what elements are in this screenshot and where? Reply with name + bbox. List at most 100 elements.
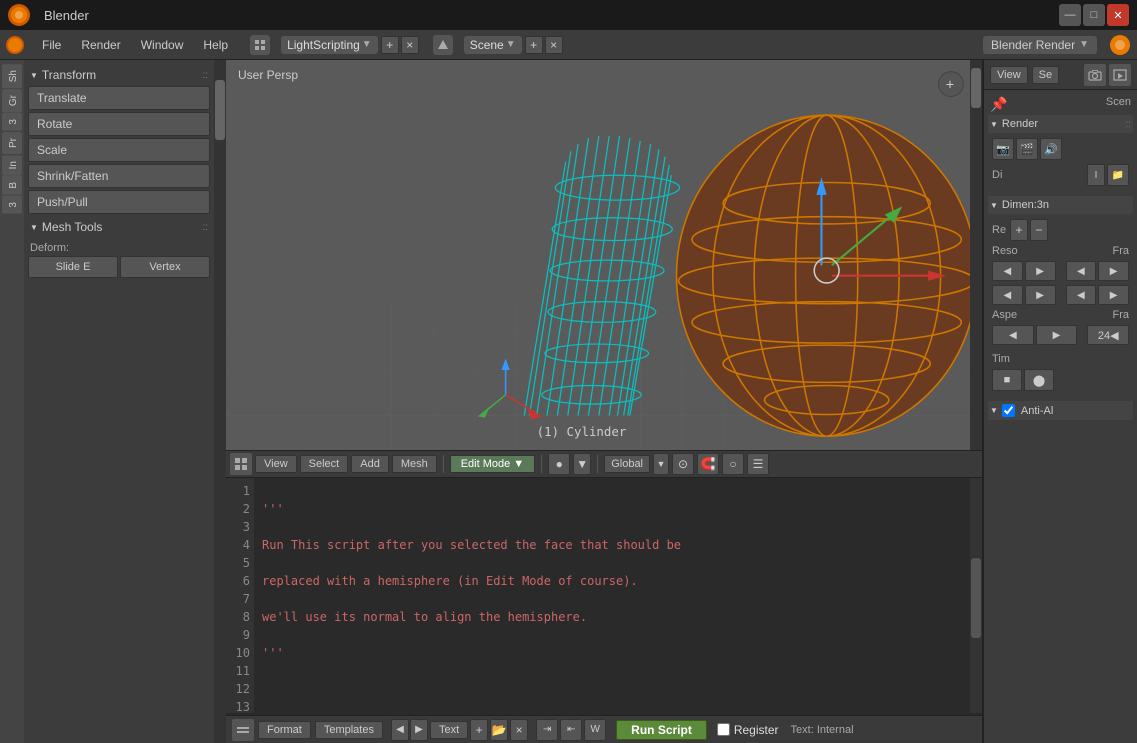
code-str-1: ''' [262, 502, 284, 516]
side-tab-3a[interactable]: 3 [2, 113, 22, 131]
side-tab-b[interactable]: B [2, 176, 22, 195]
fra-left2-btn[interactable]: ◀ [1066, 285, 1097, 305]
scale-button[interactable]: Scale [28, 138, 210, 162]
side-tab-3b[interactable]: 3 [2, 196, 22, 214]
mesh-button[interactable]: Mesh [392, 455, 437, 473]
menu-help[interactable]: Help [195, 35, 236, 55]
bottom-editor-type[interactable] [232, 719, 254, 741]
view-settings-icon[interactable]: ☰ [747, 453, 769, 475]
side-tab-in[interactable]: In [2, 155, 22, 175]
indent-button[interactable]: ⇥ [536, 719, 558, 741]
reso-right2-btn[interactable]: ▶ [1025, 285, 1056, 305]
reso-left2-btn[interactable]: ◀ [992, 285, 1023, 305]
tim-icon-2[interactable]: ⬤ [1024, 369, 1054, 391]
side-tab-sh[interactable]: Sh [2, 64, 22, 88]
scene-remove-button[interactable]: × [545, 36, 563, 54]
tim-icon-1[interactable]: ■ [992, 369, 1022, 391]
templates-button[interactable]: Templates [315, 721, 383, 739]
right-render-icon[interactable] [1109, 64, 1131, 86]
render-section-header[interactable]: ▼ Render :: [988, 115, 1133, 133]
snap-icon[interactable]: 🧲 [697, 453, 719, 475]
render-i-btn[interactable]: I [1087, 164, 1105, 186]
close-button[interactable]: ✕ [1107, 4, 1129, 26]
text-close-button[interactable]: × [510, 719, 528, 741]
aspe-left-btn[interactable]: ◀ [992, 325, 1034, 345]
right-view-button[interactable]: View [990, 66, 1028, 84]
edit-mode-button[interactable]: Edit Mode ▼ [450, 455, 535, 473]
side-tab-gr[interactable]: Gr [2, 89, 22, 112]
proportional-icon[interactable]: ○ [722, 453, 744, 475]
dimension-label: Dimen:3n [1002, 199, 1049, 211]
code-editor: 1 2 3 4 5 6 7 8 9 10 11 12 13 14 ''' Run… [226, 478, 982, 715]
menu-window[interactable]: Window [133, 35, 192, 55]
render-engine-selector[interactable]: Blender Render ▼ [983, 36, 1097, 54]
maximize-button[interactable]: □ [1083, 4, 1105, 26]
render-folder-btn[interactable]: 📁 [1107, 164, 1129, 186]
run-script-button[interactable]: Run Script [616, 720, 707, 740]
re-add-btn[interactable]: + [1010, 219, 1028, 241]
menu-render[interactable]: Render [73, 35, 128, 55]
text-name-field[interactable]: Text [430, 721, 468, 739]
text-open-button[interactable]: 📂 [490, 719, 508, 741]
solid-shading-button[interactable]: ● [548, 453, 570, 475]
code-scrollbar[interactable] [970, 478, 982, 713]
code-text-area[interactable]: ''' Run This script after you selected t… [254, 478, 970, 713]
scene-add-button[interactable]: + [525, 36, 543, 54]
render-cam-icon[interactable]: 📷 [992, 138, 1014, 160]
wrap-button[interactable]: W [584, 719, 606, 741]
fra-left-btn[interactable]: ◀ [1066, 261, 1097, 281]
side-tab-pr[interactable]: Pr [2, 132, 22, 154]
push-pull-button[interactable]: Push/Pull [28, 190, 210, 214]
text-next-button[interactable]: ▶ [410, 719, 428, 741]
view-button[interactable]: View [255, 455, 297, 473]
add-button[interactable]: Add [351, 455, 389, 473]
text-add-button[interactable]: + [470, 719, 488, 741]
register-checkbox[interactable] [717, 723, 730, 736]
scene-selector[interactable]: Scene ▼ [464, 36, 522, 54]
pivot-icon[interactable]: ⊙ [672, 453, 694, 475]
vertex-button[interactable]: Vertex [120, 256, 210, 278]
pin-icon[interactable]: 📌 [990, 96, 1007, 113]
left-scrollbar[interactable] [214, 60, 226, 743]
translate-button[interactable]: Translate [28, 86, 210, 110]
re-label: Re [992, 224, 1006, 236]
workspace-add-button[interactable]: + [381, 36, 399, 54]
render-sound-icon[interactable]: 🔊 [1040, 138, 1062, 160]
render-anim-icon[interactable]: 🎬 [1016, 138, 1038, 160]
text-label: Text [439, 724, 459, 736]
dimension-header[interactable]: ▼ Dimen:3n [988, 196, 1133, 214]
slide-e-button[interactable]: Slide E [28, 256, 118, 278]
global-button[interactable]: Global [604, 455, 650, 473]
shading-option-1[interactable]: ▼ [573, 453, 591, 475]
workspace-remove-button[interactable]: × [401, 36, 419, 54]
workspace-icon[interactable] [250, 35, 270, 55]
mesh-tools-header[interactable]: ▼ Mesh Tools :: [28, 216, 210, 238]
menu-bar: File Render Window Help LightScripting ▼… [0, 30, 1137, 60]
select-button[interactable]: Select [300, 455, 349, 473]
transform-header[interactable]: ▼ Transform :: [28, 64, 210, 86]
rotate-button[interactable]: Rotate [28, 112, 210, 136]
reso-left-btn[interactable]: ◀ [992, 261, 1023, 281]
fra-right2-btn[interactable]: ▶ [1098, 285, 1129, 305]
fra-right-btn[interactable]: ▶ [1098, 261, 1129, 281]
shrink-fatten-button[interactable]: Shrink/Fatten [28, 164, 210, 188]
anti-alias-header[interactable]: ▼ Anti-Al [988, 401, 1133, 420]
minimize-button[interactable]: — [1059, 4, 1081, 26]
global-dropdown[interactable]: ▼ [653, 453, 669, 475]
menu-file[interactable]: File [34, 35, 69, 55]
frame-value[interactable]: 24◀ [1087, 325, 1129, 345]
window-controls: — □ ✕ [1059, 4, 1129, 26]
format-button[interactable]: Format [258, 721, 311, 739]
3d-viewport[interactable]: User Persp [226, 60, 982, 450]
right-camera-icon[interactable] [1084, 64, 1106, 86]
viewport-scrollbar[interactable] [970, 60, 982, 450]
aspe-right-btn[interactable]: ▶ [1036, 325, 1078, 345]
editor-type-button[interactable] [230, 453, 252, 475]
text-prev-button[interactable]: ◀ [391, 719, 409, 741]
re-remove-btn[interactable]: − [1030, 219, 1048, 241]
anti-alias-checkbox[interactable] [1002, 404, 1015, 417]
workspace-selector[interactable]: LightScripting ▼ [281, 36, 378, 54]
unindent-button[interactable]: ⇤ [560, 719, 582, 741]
right-se-button[interactable]: Se [1032, 66, 1059, 84]
reso-right-btn[interactable]: ▶ [1025, 261, 1056, 281]
